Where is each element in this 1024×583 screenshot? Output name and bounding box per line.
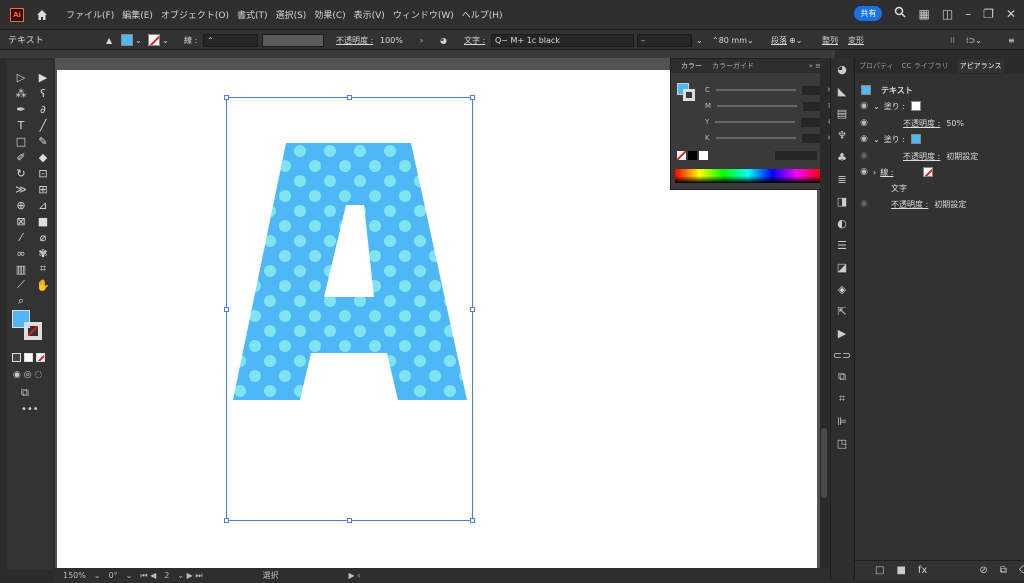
panel-icon-strip: ◕ ◣ ▤ ♆ ♣ ≣ ◨ ◐ ☰ ◪ ◈ ⇱ ▶ ⊂⊃ ⧉ ⌗ ⊫ ◳: [830, 58, 852, 580]
color-spectrum[interactable]: [675, 169, 821, 183]
handle-top-right[interactable]: [470, 95, 475, 100]
stroke-label[interactable]: 線 :: [880, 167, 893, 178]
appearance-fill-row-1[interactable]: ◉ ⌄ 塗り :: [855, 98, 1024, 114]
layers-icon[interactable]: ◈: [831, 278, 853, 300]
color-panel-icon[interactable]: ◕: [831, 58, 853, 80]
appearance-characters-row[interactable]: 文字: [855, 180, 1024, 196]
hex-input[interactable]: [775, 151, 817, 160]
status-bar: 150% ⌄ 0° ⌄ ⏮ ◀ 2 ⌄ ▶ ⏭ 選択 ▶ ‹: [55, 568, 830, 583]
visibility-eye-icon[interactable]: ◉: [855, 118, 873, 128]
transform-icon[interactable]: ⌗: [831, 388, 853, 410]
brushes-icon[interactable]: ♆: [831, 124, 853, 146]
add-effect-icon[interactable]: fx: [918, 565, 927, 576]
export-icon[interactable]: ⇱: [831, 300, 853, 322]
first-artboard-icon[interactable]: ⏮ ◀: [140, 571, 156, 581]
opacity-value: 50%: [946, 118, 965, 128]
fill-label[interactable]: 塗り :: [884, 134, 905, 145]
characters-label[interactable]: 文字: [891, 183, 907, 194]
vertical-scrollbar[interactable]: [820, 58, 828, 570]
handle-bottom-right[interactable]: [470, 518, 475, 523]
stroke-swatch-none[interactable]: [923, 167, 934, 177]
quick-swatches[interactable]: [677, 151, 708, 160]
zoom-level[interactable]: 150%: [63, 571, 86, 580]
handle-bottom-center[interactable]: [347, 518, 352, 523]
object-type-label: テキスト: [881, 85, 913, 95]
fill-swatch-white[interactable]: [910, 101, 921, 111]
transparency-icon[interactable]: ◐: [831, 212, 853, 234]
next-artboard-icon[interactable]: ⌄ ▶ ⏭: [177, 571, 202, 581]
opacity-value: 初期設定: [934, 199, 967, 209]
artboard-number[interactable]: 2: [164, 571, 169, 580]
artboards-icon[interactable]: ◳: [831, 432, 853, 454]
opacity-value: 初期設定: [946, 151, 979, 161]
duplicate-item-icon[interactable]: ⧉: [1000, 565, 1007, 576]
handle-bottom-left[interactable]: [224, 518, 229, 523]
handle-middle-right[interactable]: [470, 307, 475, 312]
handle-top-left[interactable]: [224, 95, 229, 100]
visibility-eye-icon[interactable]: ◉: [855, 101, 873, 111]
delete-item-icon[interactable]: ⌫: [1019, 565, 1024, 576]
handle-middle-left[interactable]: [224, 307, 229, 312]
tab-color-guide[interactable]: カラーガイド: [712, 61, 754, 71]
visibility-eye-icon[interactable]: ◉: [855, 167, 873, 177]
links-icon[interactable]: ⊂⊃: [831, 344, 853, 366]
zoom-dropdown-icon[interactable]: ⌄: [94, 571, 101, 580]
add-fill-icon[interactable]: ■: [896, 565, 905, 576]
tab-cc-libraries[interactable]: CC ライブラリ: [902, 61, 949, 71]
actions-icon[interactable]: ▶: [831, 322, 853, 344]
appearance-panel: プロパティ CC ライブラリ アピアランス テキスト ◉ ⌄ 塗り : ◉ 不透明…: [854, 58, 1024, 580]
color-stroke-preview[interactable]: [683, 89, 695, 101]
appearance-stroke-row[interactable]: ◉ › 線 :: [855, 164, 1024, 180]
pathfinder-icon[interactable]: ⧉: [831, 366, 853, 388]
rotation-value[interactable]: 0°: [109, 571, 118, 580]
appearance-icon[interactable]: ☰: [831, 234, 853, 256]
fill-label[interactable]: 塗り :: [884, 101, 905, 112]
channel-m: M%: [705, 101, 834, 111]
opacity-label[interactable]: 不透明度 :: [903, 151, 940, 162]
tab-properties[interactable]: プロパティ: [859, 61, 894, 71]
symbols-icon[interactable]: ♣: [831, 146, 853, 168]
object-thumbnail: [861, 85, 871, 95]
rotation-dropdown-icon[interactable]: ⌄: [126, 571, 133, 580]
selection-bounding-box[interactable]: [224, 95, 475, 523]
status-mode[interactable]: 選択: [263, 570, 279, 581]
opacity-label[interactable]: 不透明度 :: [903, 118, 940, 129]
channel-c: C%: [705, 85, 833, 95]
visibility-eye-icon[interactable]: ◉: [855, 134, 873, 144]
appearance-opacity-row-2[interactable]: ◉ 不透明度 : 初期設定: [855, 148, 1024, 164]
appearance-opacity-row-3[interactable]: ◉ 不透明度 : 初期設定: [855, 196, 1024, 212]
visibility-eye-icon[interactable]: ◉: [855, 151, 873, 161]
handle-top-center[interactable]: [347, 95, 352, 100]
gradient-icon[interactable]: ◨: [831, 190, 853, 212]
stroke-icon[interactable]: ≣: [831, 168, 853, 190]
align-icon[interactable]: ⊫: [831, 410, 853, 432]
appearance-opacity-row-1[interactable]: ◉ 不透明度 : 50%: [855, 115, 1024, 131]
tab-appearance[interactable]: アピアランス: [956, 59, 1005, 73]
status-arrow-icon[interactable]: ▶ ‹: [349, 571, 361, 580]
appearance-object-row: テキスト: [855, 82, 1024, 98]
color-guide-icon[interactable]: ◣: [831, 80, 853, 102]
fill-swatch-pattern[interactable]: [910, 134, 921, 144]
channel-y: Y%: [705, 117, 832, 127]
channel-k: K%: [705, 133, 833, 143]
graphic-styles-icon[interactable]: ◪: [831, 256, 853, 278]
scroll-thumb[interactable]: [821, 428, 827, 498]
opacity-label[interactable]: 不透明度 :: [891, 199, 928, 210]
color-panel: カラー カラーガイド » ≡ C% M% Y% K%: [670, 58, 834, 190]
right-panel-tabs: プロパティ CC ライブラリ アピアランス: [855, 58, 1024, 74]
color-panel-tabs: カラー カラーガイド » ≡: [671, 59, 825, 73]
tab-color[interactable]: カラー: [681, 61, 702, 71]
image-trace-icon[interactable]: ▤: [831, 102, 853, 124]
clear-appearance-icon[interactable]: ⊘: [979, 565, 987, 576]
visibility-eye-icon[interactable]: ◉: [855, 199, 873, 209]
appearance-fill-row-2[interactable]: ◉ ⌄ 塗り :: [855, 131, 1024, 147]
appearance-footer: □ ■ fx ⊘ ⧉ ⌫: [855, 560, 1024, 580]
add-stroke-icon[interactable]: □: [875, 565, 884, 576]
